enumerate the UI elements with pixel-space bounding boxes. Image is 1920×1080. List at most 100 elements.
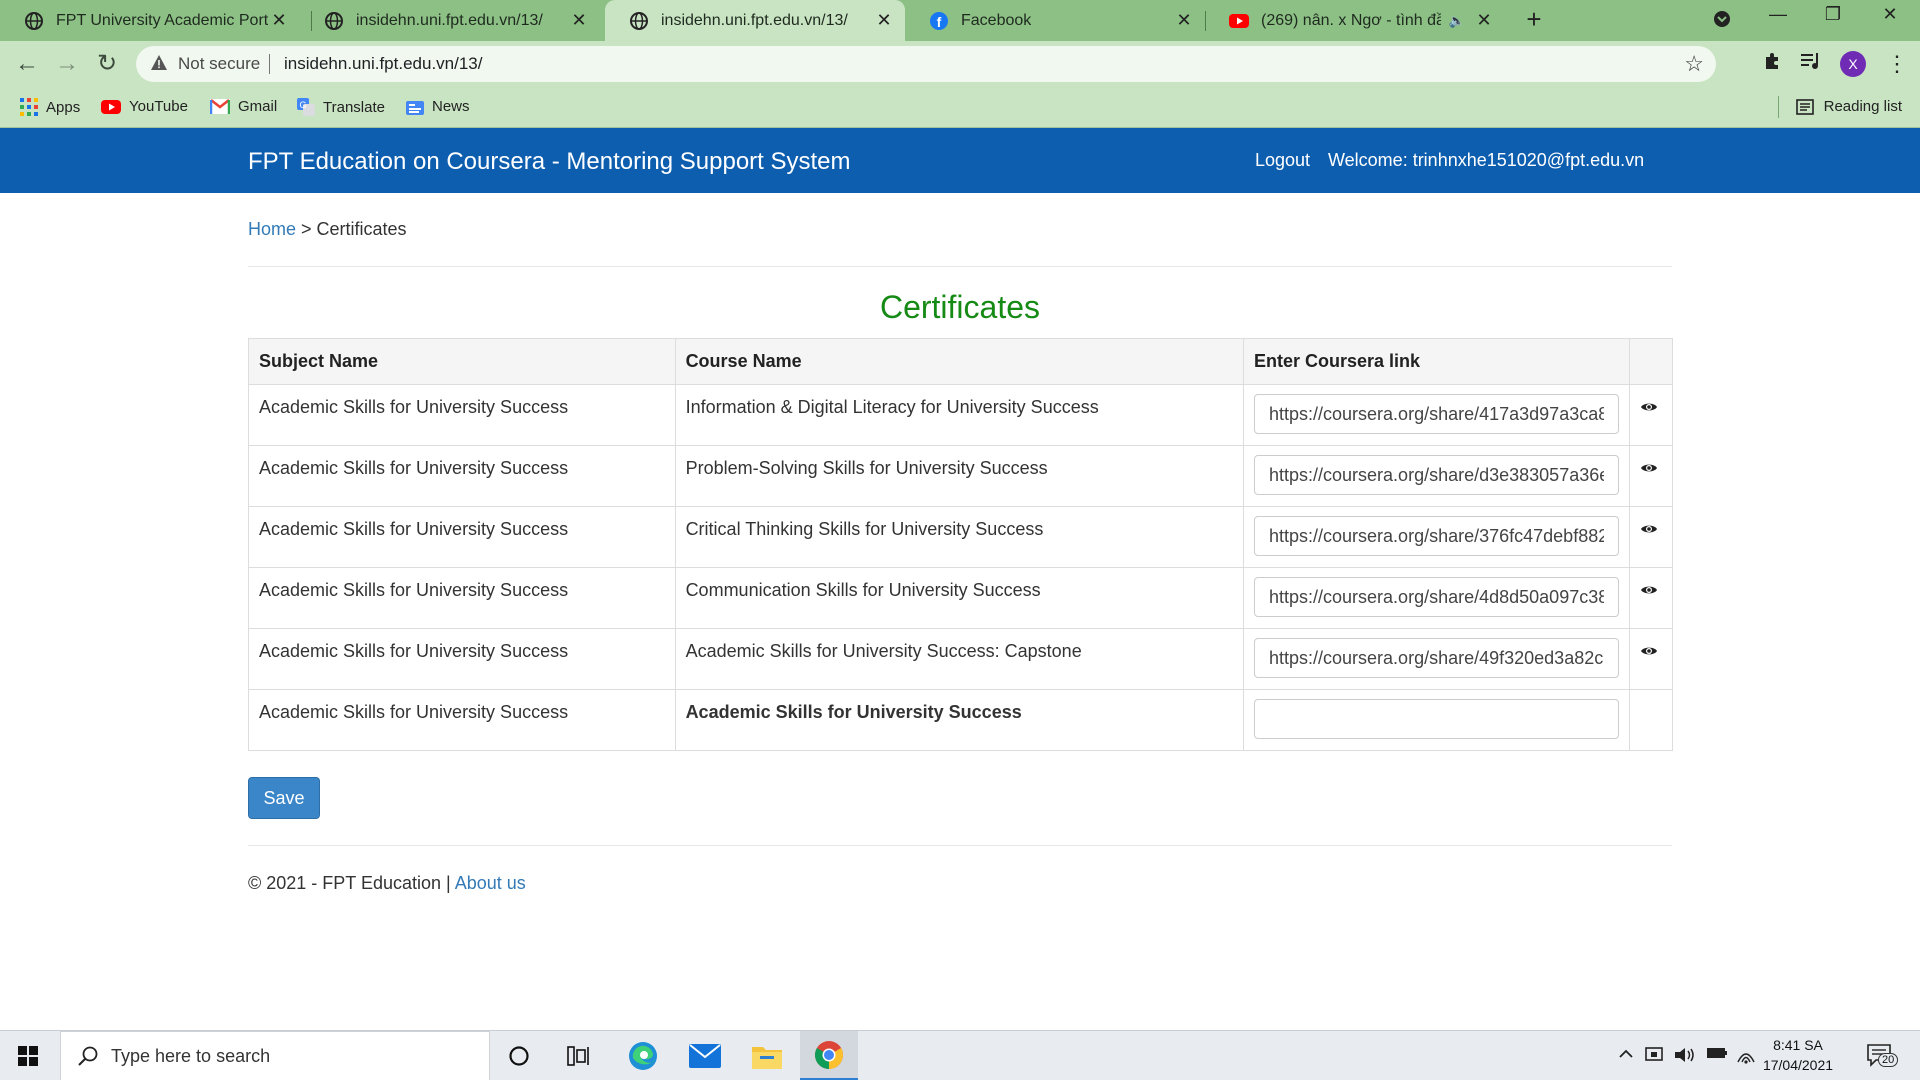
new-tab-button[interactable]: +	[1520, 6, 1548, 34]
table-row: Academic Skills for University Success P…	[248, 445, 1673, 507]
back-button[interactable]: ←	[12, 49, 42, 79]
breadcrumb-current: Certificates	[316, 219, 407, 239]
tab-title: Facebook	[961, 11, 1032, 29]
close-icon[interactable]: ✕	[268, 10, 290, 31]
forward-button[interactable]: →	[52, 49, 82, 79]
taskbar-search-box[interactable]: Type here to search	[60, 1031, 490, 1080]
youtube-icon	[1229, 11, 1249, 31]
bookmark-youtube[interactable]: YouTube	[101, 98, 188, 115]
media-control-icon[interactable]	[1800, 51, 1822, 77]
news-icon	[406, 99, 424, 115]
network-monitor-icon[interactable]	[1645, 1046, 1665, 1069]
eye-icon[interactable]	[1640, 580, 1658, 600]
bookmark-gmail[interactable]: Gmail	[210, 98, 277, 115]
link-cell	[1243, 628, 1630, 690]
minimize-button[interactable]: —	[1758, 4, 1798, 25]
coursera-link-input[interactable]	[1254, 516, 1619, 556]
reload-button[interactable]: ↻	[92, 49, 122, 79]
table-row: Academic Skills for University Success A…	[248, 628, 1673, 690]
taskbar-clock[interactable]: 8:41 SA 17/04/2021	[1758, 1035, 1838, 1075]
breadcrumb-home-link[interactable]: Home	[248, 219, 296, 239]
globe-icon	[324, 11, 344, 31]
warning-icon[interactable]	[150, 54, 168, 77]
breadcrumb-separator: >	[296, 219, 317, 239]
mail-icon[interactable]	[676, 1031, 734, 1080]
bookmark-news[interactable]: News	[406, 98, 470, 115]
tab-title: FPT University Academic Portal	[56, 11, 268, 29]
tab-fpt-academic-portal[interactable]: FPT University Academic Portal ✕	[0, 0, 300, 41]
bookmark-star-icon[interactable]: ☆	[1684, 51, 1704, 77]
about-us-link[interactable]: About us	[455, 873, 526, 893]
security-label[interactable]: Not secure	[178, 54, 260, 74]
coursera-link-input[interactable]	[1254, 577, 1619, 617]
course-cell: Information & Digital Literacy for Unive…	[674, 384, 1245, 446]
tab-title: insidehn.uni.fpt.edu.vn/13/	[356, 11, 543, 29]
bookmark-apps[interactable]: Apps	[20, 98, 80, 116]
search-placeholder: Type here to search	[111, 1046, 271, 1066]
tab-search-icon[interactable]	[1702, 4, 1742, 33]
close-icon[interactable]: ✕	[1173, 10, 1195, 31]
bookmark-label: Gmail	[238, 98, 278, 115]
task-view-icon[interactable]	[550, 1031, 608, 1080]
close-icon[interactable]: ✕	[568, 10, 590, 31]
extensions-icon[interactable]	[1762, 51, 1782, 77]
chevron-up-icon[interactable]	[1618, 1046, 1634, 1067]
tab-facebook[interactable]: f Facebook ✕	[905, 0, 1205, 41]
eye-icon[interactable]	[1640, 397, 1658, 417]
volume-icon[interactable]	[1674, 1046, 1696, 1069]
logout-link[interactable]: Logout	[1255, 150, 1310, 171]
cortana-icon[interactable]	[490, 1031, 548, 1080]
table-header-row: Subject Name Course Name Enter Coursera …	[248, 338, 1673, 385]
footer: © 2021 - FPT Education | About us	[248, 873, 526, 894]
breadcrumb: Home > Certificates	[248, 219, 407, 240]
restore-button[interactable]: ❐	[1813, 4, 1853, 25]
more-menu-icon[interactable]: ⋮	[1886, 51, 1908, 77]
url-text[interactable]: insidehn.uni.fpt.edu.vn/13/	[284, 54, 482, 74]
eye-icon[interactable]	[1640, 519, 1658, 539]
bookmarks-bar: Apps YouTube Gmail G Translate News Read…	[0, 88, 1920, 128]
tab-insidehn-1[interactable]: insidehn.uni.fpt.edu.vn/13/ ✕	[300, 0, 600, 41]
subject-cell: Academic Skills for University Success	[248, 384, 676, 446]
edge-browser-icon[interactable]	[614, 1031, 672, 1080]
close-window-button[interactable]: ✕	[1870, 4, 1910, 25]
address-bar[interactable]: Not secure insidehn.uni.fpt.edu.vn/13/ ☆	[136, 46, 1716, 82]
close-icon[interactable]: ✕	[1473, 10, 1495, 31]
view-cell	[1629, 567, 1673, 629]
reading-list-button[interactable]: Reading list	[1795, 98, 1902, 115]
eye-icon[interactable]	[1640, 641, 1658, 661]
wifi-icon[interactable]	[1736, 1046, 1756, 1069]
eye-icon[interactable]	[1640, 458, 1658, 478]
browser-tab-strip: FPT University Academic Portal ✕ insideh…	[0, 0, 1920, 41]
link-cell	[1243, 506, 1630, 568]
link-cell	[1243, 689, 1630, 751]
translate-icon: G	[297, 98, 315, 116]
coursera-link-input[interactable]	[1254, 394, 1619, 434]
bookmark-translate[interactable]: G Translate	[297, 98, 385, 116]
welcome-user[interactable]: Welcome: trinhnxhe151020@fpt.edu.vn	[1328, 150, 1644, 171]
facebook-icon: f	[929, 11, 949, 31]
file-explorer-icon[interactable]	[738, 1031, 796, 1080]
close-icon[interactable]: ✕	[873, 10, 895, 31]
clock-date: 17/04/2021	[1762, 1057, 1834, 1073]
bookmark-label: Apps	[46, 98, 81, 116]
site-brand[interactable]: FPT Education on Coursera - Mentoring Su…	[248, 148, 851, 176]
coursera-link-input[interactable]	[1254, 638, 1619, 678]
chrome-icon[interactable]	[800, 1031, 858, 1080]
tab-youtube[interactable]: (269) nân. x Ngơ - tình đầng 🔈 ✕	[1205, 0, 1505, 41]
save-button[interactable]: Save	[248, 777, 320, 819]
battery-icon[interactable]	[1706, 1046, 1728, 1065]
svg-text:f: f	[937, 14, 942, 30]
globe-icon	[24, 11, 44, 31]
speaker-icon[interactable]: 🔈	[1449, 13, 1465, 29]
subject-cell: Academic Skills for University Success	[248, 567, 676, 629]
windows-taskbar: Type here to search 8:41 SA 17/04/2021 2…	[0, 1030, 1920, 1080]
coursera-link-input[interactable]	[1254, 455, 1619, 495]
apps-grid-icon	[20, 98, 38, 116]
windows-start-icon[interactable]	[18, 1046, 38, 1071]
tab-title: (269) nân. x Ngơ - tình đầng	[1261, 11, 1441, 29]
tab-insidehn-active[interactable]: insidehn.uni.fpt.edu.vn/13/ ✕	[605, 0, 905, 41]
profile-avatar[interactable]: X	[1840, 51, 1866, 77]
search-icon	[77, 1045, 99, 1072]
globe-icon	[629, 11, 649, 31]
coursera-link-input-empty[interactable]	[1254, 699, 1619, 739]
